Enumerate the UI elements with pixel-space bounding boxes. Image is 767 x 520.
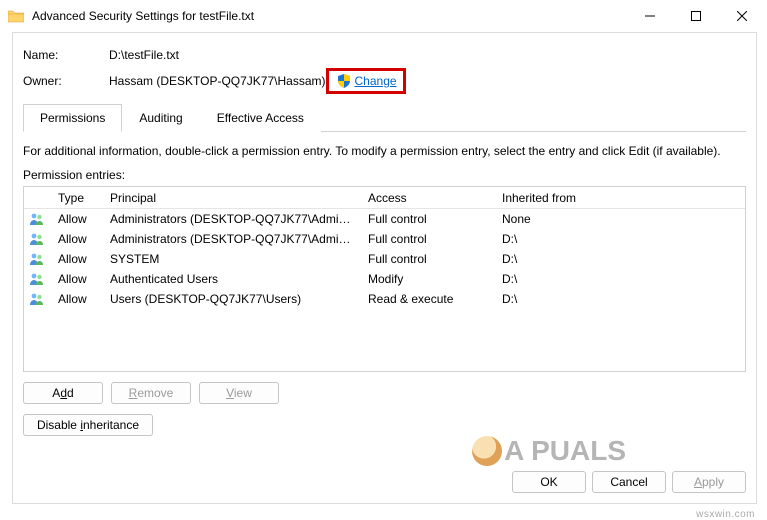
- name-value: D:\testFile.txt: [109, 48, 179, 62]
- shield-icon: [337, 74, 351, 88]
- cell-type: Allow: [50, 212, 102, 226]
- cell-principal: SYSTEM: [102, 252, 360, 266]
- change-link[interactable]: Change: [355, 74, 397, 88]
- apply-button: Apply: [672, 471, 746, 493]
- disable-inheritance-button[interactable]: Disable inheritance: [23, 414, 153, 436]
- cell-principal: Administrators (DESKTOP-QQ7JK77\Admini..…: [102, 212, 360, 226]
- cell-inherited: D:\: [494, 252, 745, 266]
- tabs: Permissions Auditing Effective Access: [23, 103, 746, 132]
- table-row[interactable]: AllowUsers (DESKTOP-QQ7JK77\Users)Read &…: [24, 289, 745, 309]
- remove-button: Remove: [111, 382, 191, 404]
- cell-type: Allow: [50, 292, 102, 306]
- col-type[interactable]: Type: [50, 191, 102, 205]
- cell-type: Allow: [50, 252, 102, 266]
- add-button[interactable]: Add: [23, 382, 103, 404]
- cell-principal: Administrators (DESKTOP-QQ7JK77\Admini..…: [102, 232, 360, 246]
- name-label: Name:: [23, 48, 109, 62]
- maximize-button[interactable]: [673, 0, 719, 32]
- titlebar: Advanced Security Settings for testFile.…: [0, 0, 767, 32]
- info-text: For additional information, double-click…: [23, 144, 746, 158]
- table-row[interactable]: AllowAdministrators (DESKTOP-QQ7JK77\Adm…: [24, 229, 745, 249]
- source-mark: wsxwin.com: [696, 509, 755, 520]
- cell-type: Allow: [50, 232, 102, 246]
- cell-type: Allow: [50, 272, 102, 286]
- footer-buttons: OK Cancel Apply: [512, 471, 746, 493]
- table-row[interactable]: AllowAdministrators (DESKTOP-QQ7JK77\Adm…: [24, 209, 745, 229]
- cell-principal: Users (DESKTOP-QQ7JK77\Users): [102, 292, 360, 306]
- owner-value: Hassam (DESKTOP-QQ7JK77\Hassam): [109, 74, 326, 88]
- cell-access: Read & execute: [360, 292, 494, 306]
- users-icon: [24, 252, 50, 266]
- cell-access: Full control: [360, 232, 494, 246]
- tab-permissions[interactable]: Permissions: [23, 104, 122, 132]
- users-icon: [24, 212, 50, 226]
- owner-label: Owner:: [23, 74, 109, 88]
- ok-button[interactable]: OK: [512, 471, 586, 493]
- owner-row: Owner: Hassam (DESKTOP-QQ7JK77\Hassam) C…: [23, 69, 746, 93]
- folder-icon: [8, 9, 24, 23]
- tab-effective-access[interactable]: Effective Access: [200, 104, 321, 132]
- users-icon: [24, 272, 50, 286]
- view-button: View: [199, 382, 279, 404]
- users-icon: [24, 232, 50, 246]
- watermark-logo-icon: [472, 436, 502, 466]
- users-icon: [24, 292, 50, 306]
- cell-inherited: D:\: [494, 292, 745, 306]
- name-row: Name: D:\testFile.txt: [23, 43, 746, 67]
- cell-inherited: None: [494, 212, 745, 226]
- cell-inherited: D:\: [494, 272, 745, 286]
- table-row[interactable]: AllowAuthenticated UsersModifyD:\: [24, 269, 745, 289]
- watermark: A PUALS: [472, 435, 626, 467]
- minimize-button[interactable]: [627, 0, 673, 32]
- permissions-table[interactable]: Type Principal Access Inherited from All…: [23, 186, 746, 372]
- col-inherited[interactable]: Inherited from: [494, 191, 745, 205]
- table-row[interactable]: AllowSYSTEMFull controlD:\: [24, 249, 745, 269]
- dialog-body: Name: D:\testFile.txt Owner: Hassam (DES…: [12, 32, 757, 504]
- cell-access: Modify: [360, 272, 494, 286]
- entries-label: Permission entries:: [23, 168, 746, 182]
- col-access[interactable]: Access: [360, 191, 494, 205]
- cell-inherited: D:\: [494, 232, 745, 246]
- tab-auditing[interactable]: Auditing: [122, 104, 199, 132]
- table-header: Type Principal Access Inherited from: [24, 187, 745, 209]
- cell-access: Full control: [360, 212, 494, 226]
- cancel-button[interactable]: Cancel: [592, 471, 666, 493]
- close-button[interactable]: [719, 0, 765, 32]
- cell-principal: Authenticated Users: [102, 272, 360, 286]
- col-principal[interactable]: Principal: [102, 191, 360, 205]
- change-highlight: Change: [326, 68, 406, 94]
- entry-buttons: Add Remove View: [23, 382, 746, 404]
- cell-access: Full control: [360, 252, 494, 266]
- window-title: Advanced Security Settings for testFile.…: [32, 9, 627, 23]
